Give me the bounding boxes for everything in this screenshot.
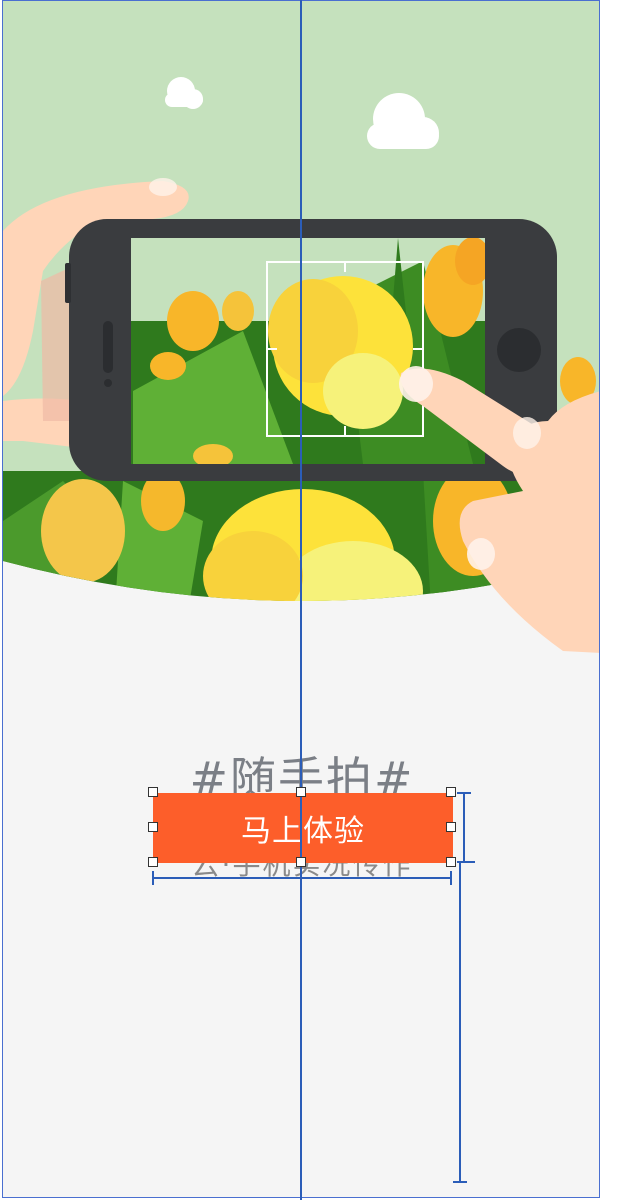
height-dimension-line — [463, 793, 465, 862]
vertical-center-guide — [300, 0, 302, 1200]
resize-handle-top-right[interactable] — [446, 787, 456, 797]
resize-handle-bottom-right[interactable] — [446, 857, 456, 867]
resize-handle-middle-right[interactable] — [446, 822, 456, 832]
resize-handle-middle-left[interactable] — [148, 822, 158, 832]
width-dimension-tick — [450, 871, 452, 885]
bottom-distance-tick — [453, 1181, 467, 1183]
resize-handle-bottom-left[interactable] — [148, 857, 158, 867]
resize-handle-bottom-center[interactable] — [296, 857, 306, 867]
width-dimension-tick — [152, 871, 154, 885]
width-dimension-line — [153, 877, 451, 879]
try-now-button[interactable]: 马上体验 — [153, 793, 453, 863]
resize-handle-top-left[interactable] — [148, 787, 158, 797]
bottom-distance-line — [459, 862, 461, 1182]
height-dimension-tick — [457, 792, 471, 794]
resize-handle-top-center[interactable] — [296, 787, 306, 797]
